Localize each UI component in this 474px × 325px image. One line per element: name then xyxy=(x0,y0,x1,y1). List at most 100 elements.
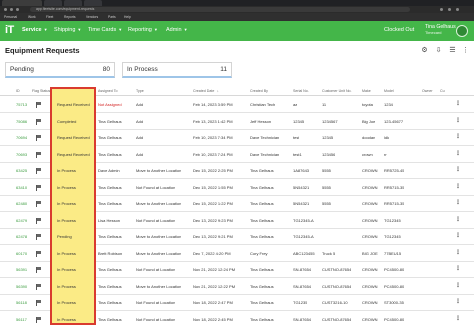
column-header[interactable]: Owner xyxy=(422,89,433,93)
url-field[interactable]: app.fleetsite.com/equipment-requests xyxy=(30,7,410,12)
cell-serial: 1A87643 xyxy=(293,168,310,173)
bookmark[interactable]: Personal xyxy=(4,15,17,19)
row-actions-icon[interactable]: ⋮ xyxy=(455,167,461,173)
row-actions-icon[interactable]: ⋮ xyxy=(455,118,461,124)
cell-by: Tina Gelhaus xyxy=(250,168,274,173)
user-menu[interactable]: Tina Gelhaus Timecard xyxy=(425,24,456,36)
cell-id[interactable]: 56118 xyxy=(16,300,27,305)
cell-by: Tina Gelhaus xyxy=(250,184,274,190)
nav-item-reporting[interactable]: Reporting ▼ xyxy=(128,27,158,33)
card-pending[interactable]: Pending 80 xyxy=(5,62,115,78)
bookmark[interactable]: Work xyxy=(28,15,36,19)
sort-arrow-icon[interactable]: ↓ xyxy=(217,89,219,93)
flag-icon[interactable] xyxy=(36,267,41,273)
page-title: Equipment Requests xyxy=(5,46,80,55)
cell-id[interactable]: 62478 xyxy=(16,234,27,239)
row-actions-icon[interactable]: ⋮ xyxy=(455,101,461,107)
cell-id[interactable]: 56117 xyxy=(16,317,27,322)
column-header[interactable]: Flag Status xyxy=(32,89,50,93)
cell-id[interactable]: 56390 xyxy=(16,284,27,289)
column-header[interactable]: Assigned To xyxy=(98,89,118,93)
cell-unit: 5555 xyxy=(322,201,331,206)
column-header[interactable]: Status xyxy=(57,89,67,93)
bookmark[interactable]: Reports xyxy=(64,15,76,19)
nav-item-time-cards[interactable]: Time Cards ▼ xyxy=(88,27,122,33)
flag-icon[interactable] xyxy=(36,135,41,141)
nav-item-shipping[interactable]: Shipping ▼ xyxy=(54,27,81,33)
menu-icon[interactable] xyxy=(456,8,459,11)
column-header[interactable]: Type xyxy=(136,89,144,93)
flag-icon[interactable] xyxy=(36,201,41,207)
flag-icon[interactable] xyxy=(36,234,41,240)
row-actions-icon[interactable]: ⋮ xyxy=(455,184,461,190)
settings-icon[interactable]: ⚙ xyxy=(420,46,429,54)
cell-id[interactable]: 63410 xyxy=(16,185,27,190)
row-actions-icon[interactable]: ⋮ xyxy=(455,134,461,140)
flag-icon[interactable] xyxy=(36,102,41,108)
cell-id[interactable]: 75086 xyxy=(16,119,27,124)
cell-id[interactable]: 75713 xyxy=(16,102,27,107)
profile-icon[interactable] xyxy=(448,8,451,11)
flag-icon[interactable] xyxy=(36,300,41,306)
nav-item-service[interactable]: Service ▼ xyxy=(22,27,48,33)
flag-icon[interactable] xyxy=(36,151,41,158)
forward-icon[interactable] xyxy=(10,8,13,11)
cell-status: In Process xyxy=(57,250,76,256)
cell-id[interactable]: 56391 xyxy=(16,267,27,272)
more-vertical-icon[interactable]: ⋮ xyxy=(461,46,470,54)
cell-id[interactable]: 62479 xyxy=(16,218,27,223)
row-actions-icon[interactable]: ⋮ xyxy=(455,299,461,305)
flag-icon[interactable] xyxy=(36,168,41,174)
chevron-down-icon: ▼ xyxy=(153,27,158,32)
column-header[interactable]: Serial No. xyxy=(293,89,309,93)
cell-id[interactable]: 62480 xyxy=(16,201,27,206)
flag-icon[interactable] xyxy=(36,184,41,191)
reload-icon[interactable] xyxy=(16,8,19,11)
column-header[interactable]: Cu xyxy=(440,89,445,93)
cell-make: CROWN xyxy=(362,234,378,239)
bookmark[interactable]: Fleet xyxy=(46,15,53,19)
column-header[interactable]: Model xyxy=(384,89,394,93)
cell-serial: ABC123455 xyxy=(293,250,315,256)
bookmark[interactable]: Help xyxy=(124,15,131,19)
cell-make: toyota xyxy=(362,102,373,107)
back-icon[interactable] xyxy=(4,8,7,11)
cell-id[interactable]: 60170 xyxy=(16,251,27,256)
cell-created: Dec 15, 2022 1:55 PM xyxy=(193,184,233,190)
extension-icon[interactable] xyxy=(440,8,443,11)
card-in-process[interactable]: In Process 11 xyxy=(122,62,232,78)
cell-id[interactable]: 70694 xyxy=(16,135,27,140)
row-actions-icon[interactable]: ⋮ xyxy=(455,250,461,256)
cell-make: CROWN xyxy=(362,201,378,206)
column-header[interactable]: Make xyxy=(362,89,371,93)
column-header[interactable]: Customer Unit No. xyxy=(322,89,352,93)
row-actions-icon[interactable]: ⋮ xyxy=(455,316,461,322)
cell-unit: CUST3216-10 xyxy=(322,300,348,305)
cell-by: Tina Gelhaus xyxy=(250,300,274,305)
bookmark[interactable]: Parts xyxy=(108,15,116,19)
flag-icon[interactable] xyxy=(36,118,41,125)
cell-id[interactable]: 70693 xyxy=(16,152,27,157)
app-logo[interactable]: iT xyxy=(5,24,14,36)
row-actions-icon[interactable]: ⋮ xyxy=(455,151,461,157)
column-header[interactable]: Created By xyxy=(250,89,268,93)
bookmark[interactable]: Vendors xyxy=(86,15,98,19)
download-icon[interactable]: ⇩ xyxy=(434,46,443,54)
flag-icon[interactable] xyxy=(36,250,41,257)
avatar[interactable] xyxy=(456,25,468,37)
column-header[interactable]: Created Date xyxy=(193,89,214,93)
cell-id[interactable]: 63425 xyxy=(16,168,27,173)
row-actions-icon[interactable]: ⋮ xyxy=(455,200,461,206)
row-actions-icon[interactable]: ⋮ xyxy=(455,283,461,289)
row-actions-icon[interactable]: ⋮ xyxy=(455,266,461,272)
nav-item-admin[interactable]: Admin ▼ xyxy=(166,27,188,33)
filter-icon[interactable]: ☰ xyxy=(448,46,457,54)
row-actions-icon[interactable]: ⋮ xyxy=(455,233,461,239)
flag-icon[interactable] xyxy=(36,283,41,290)
card-label: Pending xyxy=(10,66,34,73)
clock-status[interactable]: Clocked Out xyxy=(384,27,414,33)
flag-icon[interactable] xyxy=(36,217,41,224)
flag-icon[interactable] xyxy=(36,316,41,323)
column-header[interactable]: ID xyxy=(16,89,20,93)
row-actions-icon[interactable]: ⋮ xyxy=(455,217,461,223)
